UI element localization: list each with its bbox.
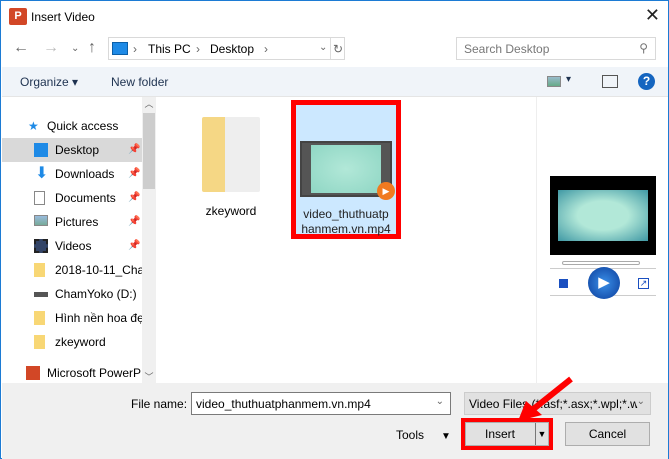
address-bar[interactable]: › This PC › Desktop › ⌄ ↻ [108, 37, 345, 60]
nav-item-videos[interactable]: Videos 📌 [2, 234, 142, 258]
pin-icon: 📌 [128, 168, 141, 179]
chevron-down-icon: ⌄ [636, 396, 645, 407]
nav-item-drive-d[interactable]: ChamYoko (D:) [2, 282, 142, 306]
view-dropdown-icon[interactable]: ▾ [566, 74, 571, 85]
view-icon[interactable] [547, 76, 561, 87]
folder-item-zkeyword[interactable]: zkeyword [181, 107, 281, 218]
folder-synced-icon [34, 311, 45, 325]
search-icon: ⚲ [639, 41, 648, 55]
seek-bar[interactable] [562, 261, 640, 265]
organize-button[interactable]: Organize ▾ [20, 75, 78, 89]
back-button[interactable]: ← [13, 39, 29, 57]
navigation-pane: ★ Quick access Desktop 📌 ⬇ Downloads 📌 Docum… [2, 97, 156, 383]
tools-button[interactable]: Tools ▼ [396, 428, 451, 442]
breadcrumb-desktop[interactable]: Desktop [210, 42, 254, 56]
desktop-icon [34, 143, 48, 157]
folder-icon [34, 335, 45, 349]
video-preview [550, 176, 656, 255]
nav-item-powerpoint[interactable]: Microsoft PowerP [2, 361, 142, 383]
nav-item-folder[interactable]: Hình nền hoa đẹ [2, 306, 142, 330]
file-name-label: File name: [131, 397, 188, 411]
drive-icon [34, 292, 48, 297]
preview-pane-icon[interactable] [602, 75, 618, 88]
powerpoint-icon [26, 366, 40, 380]
chevron-down-icon[interactable]: ⌄ [436, 396, 444, 407]
file-item-video[interactable]: ▶ video_thuthuatp hanmem.vn.mp4 [291, 100, 401, 239]
breadcrumb-this-pc[interactable]: This PC [148, 42, 191, 56]
nav-item-documents[interactable]: Documents 📌 [2, 186, 142, 210]
pin-icon: 📌 [128, 216, 141, 227]
play-button[interactable]: ▶ [588, 267, 620, 299]
red-arrow-annotation [518, 376, 573, 421]
title-bar: P Insert Video ✕ [1, 1, 668, 33]
pin-icon: 📌 [128, 240, 141, 251]
powerpoint-icon: P [9, 8, 27, 25]
toolbar: Organize ▾ New folder ▾ ? [2, 67, 668, 97]
stop-button[interactable] [559, 279, 568, 288]
insert-video-dialog: P Insert Video ✕ ← → ⌄ ↑ › This PC › Des… [0, 0, 669, 459]
pin-icon: 📌 [128, 192, 141, 203]
new-folder-button[interactable]: New folder [111, 75, 168, 89]
window-title: Insert Video [31, 10, 95, 24]
nav-item-downloads[interactable]: ⬇ Downloads 📌 [2, 162, 142, 186]
folder-synced-icon [34, 263, 45, 277]
search-input[interactable]: Search Desktop ⚲ [456, 37, 656, 60]
documents-icon [34, 191, 45, 205]
address-dropdown-icon[interactable]: ⌄ [319, 42, 327, 53]
pictures-icon [34, 215, 48, 226]
star-icon: ★ [28, 119, 39, 133]
nav-item-desktop[interactable]: Desktop 📌 [2, 138, 142, 162]
nav-quick-access[interactable]: ★ Quick access [2, 114, 142, 138]
nav-scrollbar[interactable]: ︿ ﹀ [142, 97, 156, 383]
file-list: zkeyword ▶ video_thuthuatp hanmem.vn.mp4 [161, 97, 536, 383]
this-pc-icon [112, 42, 128, 55]
up-button[interactable]: ↑ [88, 39, 96, 57]
nav-item-pictures[interactable]: Pictures 📌 [2, 210, 142, 234]
help-icon[interactable]: ? [638, 73, 655, 90]
pin-icon: 📌 [128, 144, 141, 155]
file-name-input[interactable]: video_thuthuatphanmem.vn.mp4 ⌄ [191, 392, 451, 415]
nav-item-folder[interactable]: 2018-10-11_Chan [2, 258, 142, 282]
file-name: zkeyword [205, 204, 257, 218]
forward-button[interactable]: → [43, 39, 59, 57]
preview-pane: ▶ ↗ [536, 97, 666, 383]
fullscreen-icon[interactable]: ↗ [638, 278, 649, 289]
file-name: video_thuthuatp hanmem.vn.mp4 [301, 207, 391, 236]
videos-icon [34, 239, 48, 253]
download-icon: ⬇ [35, 165, 49, 182]
folder-icon [202, 117, 260, 192]
video-thumbnail-icon: ▶ [300, 141, 395, 200]
close-button[interactable]: ✕ [645, 5, 660, 26]
nav-item-zkeyword[interactable]: zkeyword [2, 330, 142, 354]
play-badge-icon: ▶ [377, 182, 395, 200]
recent-dropdown[interactable]: ⌄ [71, 43, 79, 54]
refresh-icon[interactable]: ↻ [333, 42, 343, 56]
